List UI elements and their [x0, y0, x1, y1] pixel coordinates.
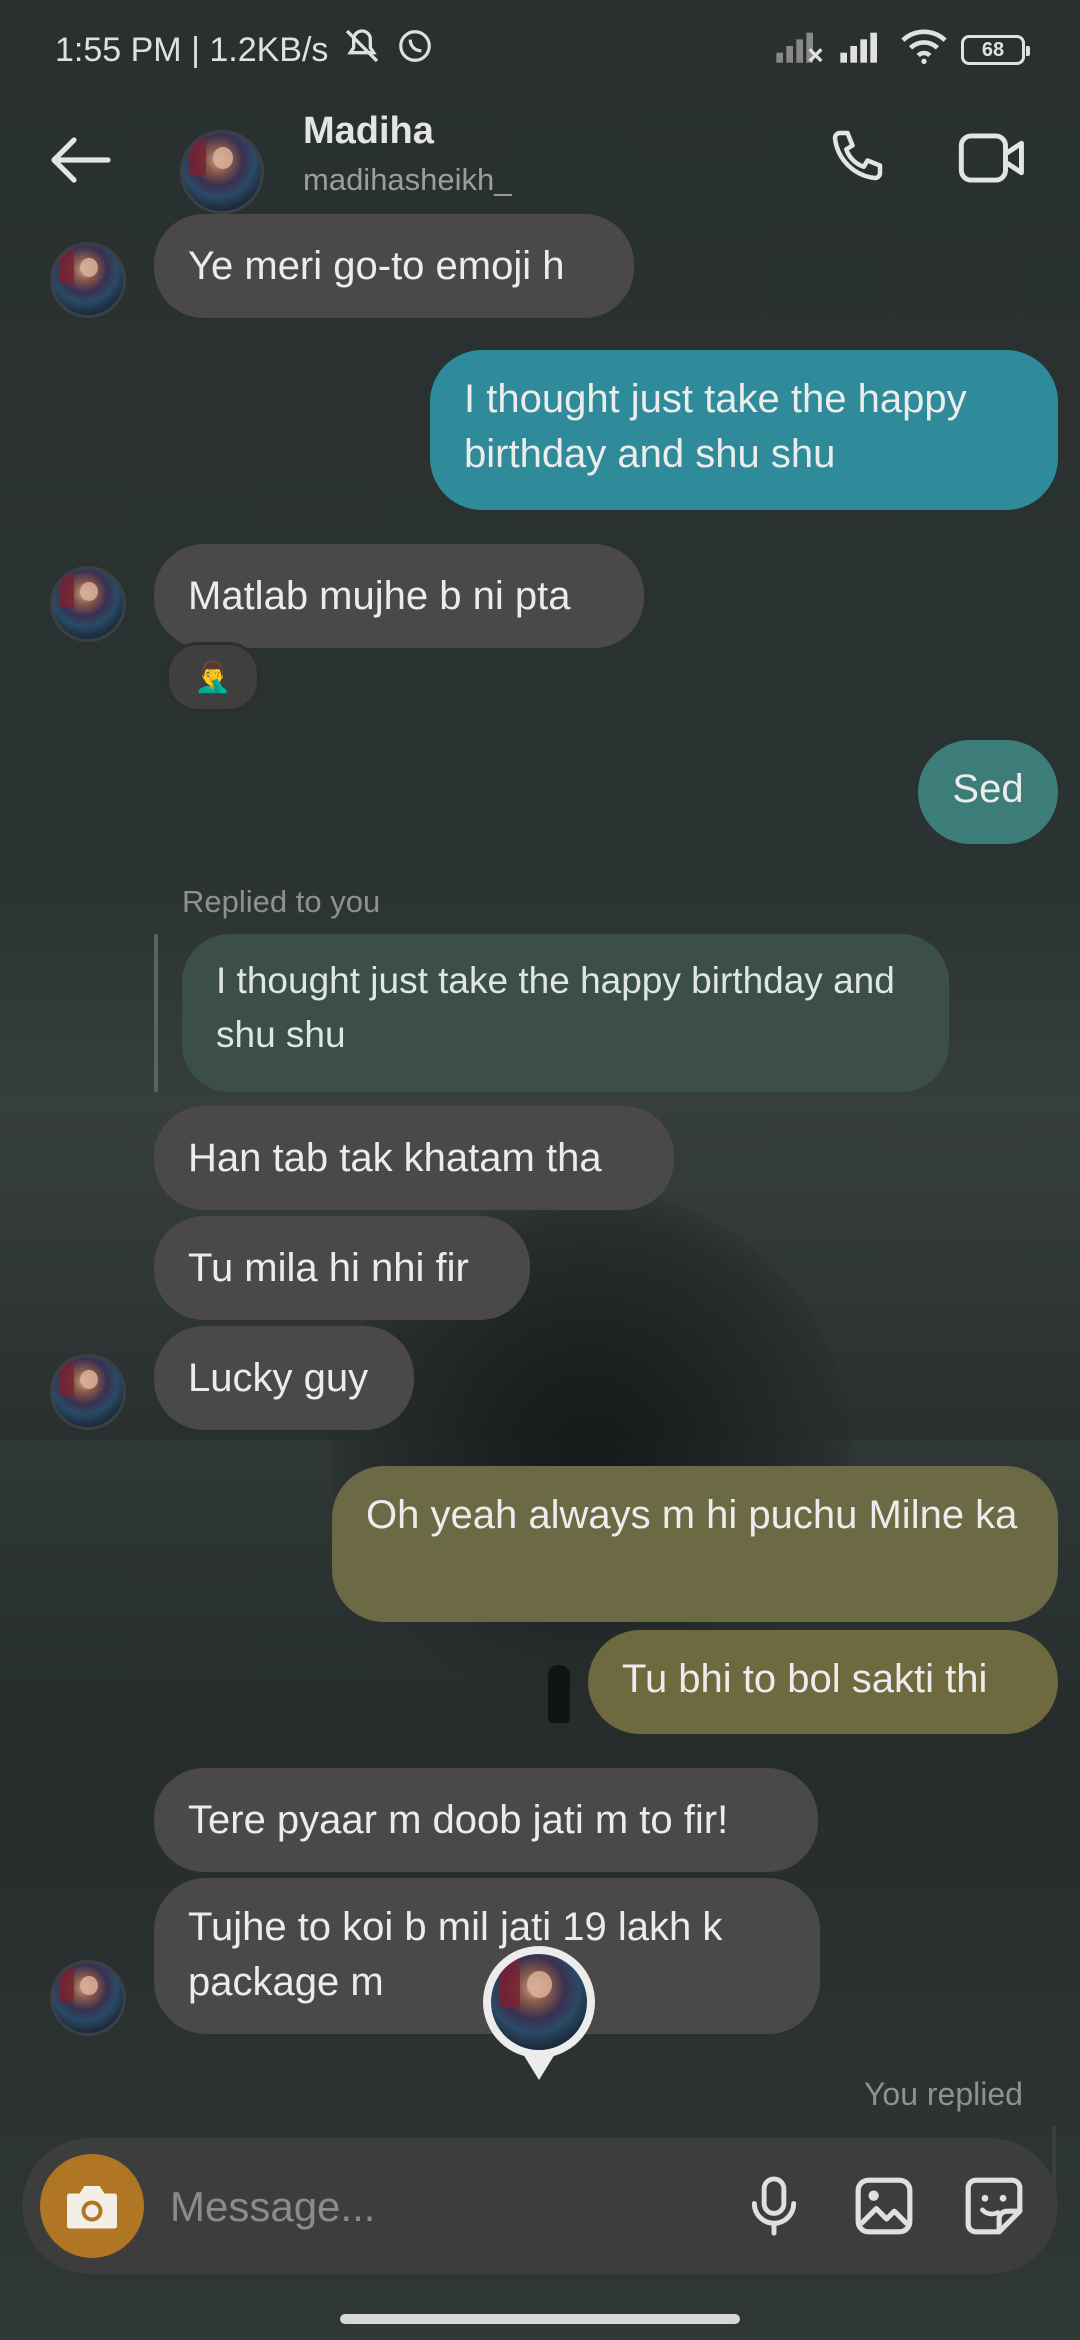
phone-icon	[832, 130, 883, 181]
status-bar: 1:55 PM | 1.2KB/s 68	[0, 0, 1080, 100]
sticker-icon	[965, 2177, 1023, 2235]
mute-icon	[342, 26, 382, 75]
whatsapp-icon	[396, 27, 434, 74]
message-composer	[22, 2138, 1058, 2274]
sticker-button[interactable]	[954, 2166, 1034, 2246]
signal-weak-icon	[773, 29, 823, 72]
incoming-message[interactable]: Ye meri go-to emoji h	[154, 214, 634, 318]
seen-avatar-image	[491, 1954, 587, 2050]
reply-indicator-bar	[154, 934, 158, 1092]
outgoing-message[interactable]: I thought just take the happy birthday a…	[430, 350, 1058, 510]
reply-label: Replied to you	[182, 884, 381, 919]
seen-indicator-avatar[interactable]	[483, 1946, 595, 2080]
voice-message-button[interactable]	[734, 2166, 814, 2246]
outgoing-message[interactable]: Oh yeah always m hi puchu Milne ka	[332, 1466, 1058, 1622]
wallpaper-figure	[548, 1665, 570, 1723]
battery-icon: 68	[961, 35, 1030, 65]
camera-icon	[67, 2186, 117, 2229]
home-indicator[interactable]	[340, 2314, 740, 2324]
incoming-message[interactable]: Tere pyaar m doob jati m to fir!	[154, 1768, 818, 1872]
status-time: 1:55 PM | 1.2KB/s	[55, 30, 329, 69]
wifi-icon	[901, 28, 947, 73]
video-call-button[interactable]	[952, 118, 1032, 198]
header-avatar[interactable]	[180, 130, 264, 214]
contact-name[interactable]: Madiha	[303, 110, 434, 153]
replied-quote[interactable]: I thought just take the happy birthday a…	[182, 934, 949, 1092]
camera-button[interactable]	[40, 2154, 144, 2258]
outgoing-message[interactable]: Tu bhi to bol sakti thi	[588, 1630, 1058, 1734]
sender-avatar[interactable]	[50, 242, 126, 318]
incoming-message[interactable]: Matlab mujhe b ni pta	[154, 544, 644, 648]
status-right: 68	[773, 28, 1030, 73]
sender-avatar[interactable]	[50, 566, 126, 642]
sender-avatar[interactable]	[50, 1960, 126, 2036]
video-camera-icon	[958, 133, 1024, 183]
microphone-icon	[751, 2176, 797, 2236]
sender-avatar[interactable]	[50, 1354, 126, 1430]
chat-header: Madiha madihasheikh_	[0, 100, 1080, 220]
you-replied-label: You replied	[864, 2076, 1023, 2112]
gallery-button[interactable]	[844, 2166, 924, 2246]
reply-indicator-bar	[1052, 2126, 1056, 2186]
message-reaction[interactable]: 🤦‍♂️	[166, 642, 260, 712]
image-icon	[855, 2177, 913, 2235]
incoming-message[interactable]: Tu mila hi nhi fir	[154, 1216, 530, 1320]
message-input[interactable]	[168, 2174, 712, 2240]
signal-icon	[837, 29, 887, 72]
voice-call-button[interactable]	[815, 118, 895, 198]
back-arrow-icon	[51, 137, 111, 183]
outgoing-message[interactable]: Sed	[918, 740, 1058, 844]
incoming-message[interactable]: Lucky guy	[154, 1326, 414, 1430]
incoming-message[interactable]: Han tab tak khatam tha	[154, 1106, 674, 1210]
status-left: 1:55 PM | 1.2KB/s	[55, 26, 434, 75]
back-button[interactable]	[40, 120, 120, 200]
contact-username[interactable]: madihasheikh_	[303, 162, 512, 198]
